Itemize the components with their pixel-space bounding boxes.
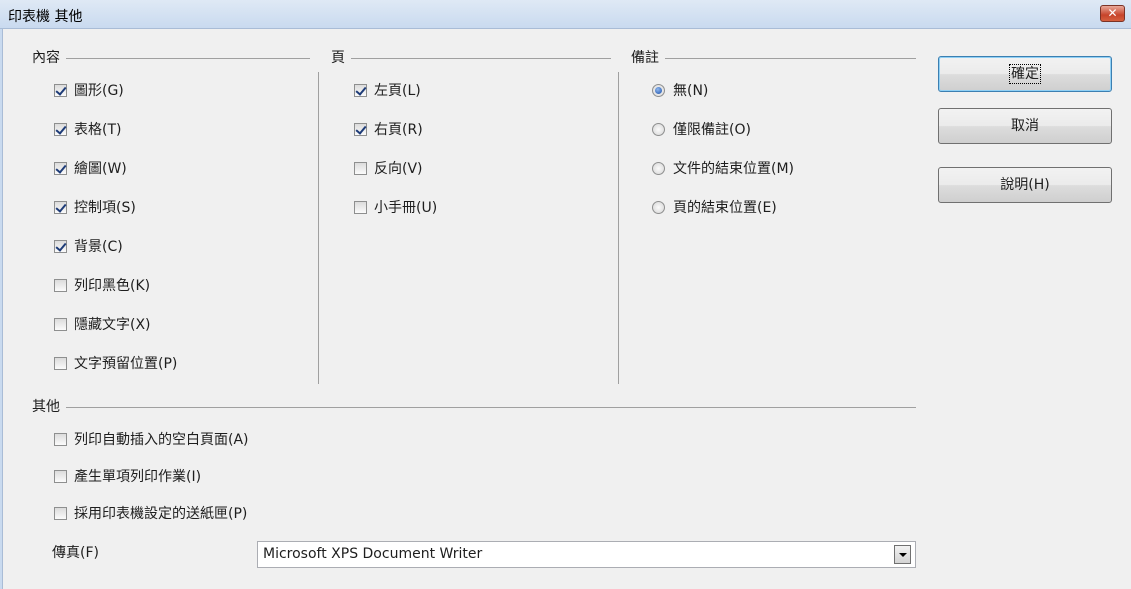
checkbox-box[interactable] [54, 506, 67, 520]
column-separator [318, 72, 319, 384]
checkbox-paper-tray[interactable]: 採用印表機設定的送紙匣(P) [54, 503, 247, 523]
divider [66, 57, 310, 59]
checkbox-label: 圖形(G) [74, 83, 124, 99]
fax-select-value: Microsoft XPS Document Writer [263, 546, 483, 562]
fax-label: 傳真(F) [52, 545, 99, 561]
cancel-button-label: 取消 [1011, 118, 1039, 134]
checkbox-brochure[interactable]: 小手冊(U) [354, 197, 437, 217]
checkbox-single-print-jobs[interactable]: 產生單項列印作業(I) [54, 466, 201, 486]
help-button[interactable]: 說明(H) [938, 167, 1112, 203]
window-frame-left [0, 29, 3, 589]
close-button[interactable]: ✕ [1100, 5, 1125, 22]
checkbox-print-blank-pages[interactable]: 列印自動插入的空白頁面(A) [54, 429, 249, 449]
checkbox-right-pages[interactable]: 右頁(R) [354, 119, 423, 139]
checkbox-label: 背景(C) [74, 239, 123, 255]
other-header: 其他 [32, 396, 916, 416]
comments-header: 備註 [631, 47, 916, 67]
comments-label: 備註 [631, 50, 659, 66]
radio-label: 僅限備註(O) [673, 122, 751, 138]
ok-button-label: 確定 [1009, 64, 1041, 84]
checkbox-reversed[interactable]: 反向(V) [354, 158, 423, 178]
title-bar: 印表機 其他 ✕ [0, 0, 1131, 29]
checkbox-label: 小手冊(U) [374, 200, 438, 216]
checkbox-box[interactable] [54, 200, 67, 214]
checkbox-controls[interactable]: 控制項(S) [54, 197, 136, 217]
checkbox-drawings[interactable]: 繪圖(W) [54, 158, 127, 178]
checkbox-print-black[interactable]: 列印黑色(K) [54, 275, 150, 295]
checkbox-box[interactable] [54, 83, 67, 97]
divider [665, 57, 916, 59]
contents-header: 內容 [32, 47, 310, 67]
pages-header: 頁 [331, 47, 611, 67]
cancel-button[interactable]: 取消 [938, 108, 1112, 144]
checkbox-hidden-text[interactable]: 隱藏文字(X) [54, 314, 151, 334]
checkbox-box[interactable] [54, 122, 67, 136]
checkbox-box[interactable] [354, 83, 367, 97]
checkbox-label: 列印自動插入的空白頁面(A) [74, 432, 249, 448]
pages-label: 頁 [331, 50, 345, 66]
radio-button[interactable] [652, 161, 665, 175]
radio-comments-only[interactable]: 僅限備註(O) [652, 119, 751, 139]
checkbox-box[interactable] [354, 122, 367, 136]
checkbox-label: 列印黑色(K) [74, 278, 151, 294]
checkbox-box[interactable] [354, 161, 367, 175]
checkbox-label: 繪圖(W) [74, 161, 127, 177]
radio-none[interactable]: 無(N) [652, 80, 708, 100]
checkbox-box[interactable] [54, 278, 67, 292]
checkbox-label: 控制項(S) [74, 200, 136, 216]
checkbox-label: 左頁(L) [374, 83, 421, 99]
checkbox-label: 文字預留位置(P) [74, 356, 178, 372]
other-label: 其他 [32, 399, 60, 415]
checkbox-graphics[interactable]: 圖形(G) [54, 80, 124, 100]
divider [66, 406, 916, 408]
radio-button[interactable] [652, 122, 665, 136]
ok-button[interactable]: 確定 [938, 56, 1112, 92]
help-button-label: 說明(H) [1000, 177, 1050, 193]
checkbox-tables[interactable]: 表格(T) [54, 119, 121, 139]
close-icon: ✕ [1107, 6, 1118, 20]
fax-select[interactable]: Microsoft XPS Document Writer [257, 541, 916, 568]
checkbox-label: 反向(V) [374, 161, 423, 177]
radio-end-of-document[interactable]: 文件的結束位置(M) [652, 158, 794, 178]
checkbox-box[interactable] [54, 161, 67, 175]
divider [351, 57, 611, 59]
checkbox-left-pages[interactable]: 左頁(L) [354, 80, 421, 100]
checkbox-label: 產生單項列印作業(I) [74, 469, 202, 485]
dropdown-arrow-icon[interactable] [894, 545, 911, 564]
window-title: 印表機 其他 [8, 9, 83, 25]
column-separator [618, 72, 619, 384]
checkbox-placeholders[interactable]: 文字預留位置(P) [54, 353, 177, 373]
radio-button[interactable] [652, 200, 665, 214]
radio-label: 文件的結束位置(M) [673, 161, 795, 177]
contents-label: 內容 [32, 50, 60, 66]
radio-label: 頁的結束位置(E) [673, 200, 777, 216]
checkbox-box[interactable] [54, 317, 67, 331]
checkbox-label: 採用印表機設定的送紙匣(P) [74, 506, 248, 522]
checkbox-box[interactable] [354, 200, 367, 214]
radio-end-of-page[interactable]: 頁的結束位置(E) [652, 197, 777, 217]
checkbox-box[interactable] [54, 432, 67, 446]
radio-button[interactable] [652, 83, 665, 97]
checkbox-background[interactable]: 背景(C) [54, 236, 123, 256]
checkbox-label: 表格(T) [74, 122, 122, 138]
checkbox-box[interactable] [54, 356, 67, 370]
checkbox-label: 隱藏文字(X) [74, 317, 151, 333]
checkbox-box[interactable] [54, 469, 67, 483]
radio-label: 無(N) [673, 83, 709, 99]
checkbox-box[interactable] [54, 239, 67, 253]
checkbox-label: 右頁(R) [374, 122, 423, 138]
